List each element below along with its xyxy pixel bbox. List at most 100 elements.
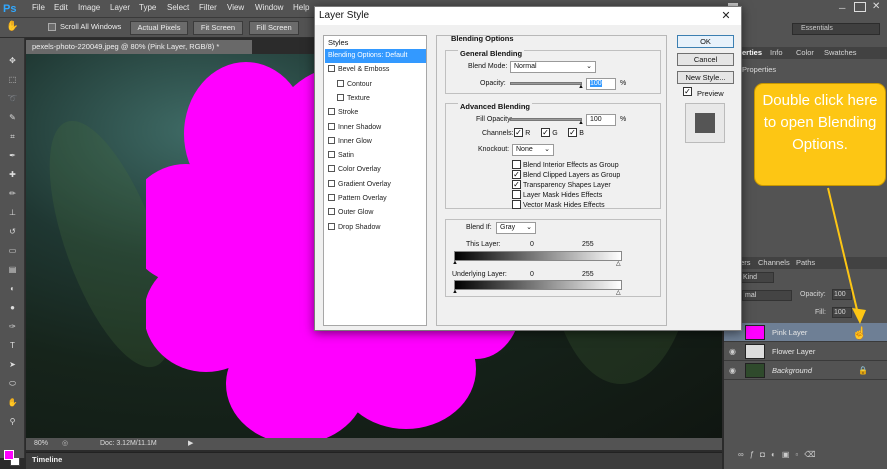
style-item[interactable]: Blending Options: Default [325,49,426,63]
close-icon[interactable]: ✕ [872,1,880,12]
style-checkbox[interactable] [328,165,335,173]
style-item[interactable]: Inner Glow [325,135,426,149]
tab-swatches[interactable]: Swatches [824,47,857,59]
advanced-option-checkbox[interactable]: Vector Mask Hides Effects [512,200,605,210]
zoom-tool-icon[interactable]: ⚲ [7,417,18,426]
gradient-tool-icon[interactable]: ▤ [7,265,18,274]
hand-tool-icon[interactable]: ✋ [7,398,18,407]
checkbox-box[interactable]: ✓ [512,170,521,180]
checkbox-box[interactable] [512,190,521,200]
eraser-tool-icon[interactable]: ▭ [7,246,18,255]
styles-header[interactable]: Styles [328,38,348,47]
menu-help[interactable]: Help [293,3,309,12]
preview-checkbox[interactable]: ✓ [683,87,692,97]
slider-handle-icon[interactable]: △ [616,260,621,267]
pen-tool-icon[interactable]: ✑ [7,322,18,331]
minimize-icon[interactable]: ─ [839,3,845,13]
advanced-option-checkbox[interactable]: ✓ Blend Clipped Layers as Group [512,170,620,180]
zoom-level[interactable]: 80% [34,438,48,450]
channel-r-checkbox[interactable]: ✓ R [514,128,530,138]
crop-tool-icon[interactable]: ⌗ [7,132,18,141]
visibility-eye-icon[interactable]: ◉ [729,342,736,361]
type-tool-icon[interactable]: T [7,341,18,350]
tab-channels[interactable]: Channels [758,257,790,269]
checkbox-box[interactable]: ✓ [512,180,521,190]
lasso-tool-icon[interactable]: ➰ [7,94,18,103]
style-item[interactable]: Stroke [325,106,426,120]
new-style-button[interactable]: New Style... [677,71,734,84]
checkbox-box[interactable] [512,160,521,170]
layers-footer-icons[interactable]: ∞ƒ◘◐▣▫⌫ [738,450,878,464]
path-select-tool-icon[interactable]: ➤ [7,360,18,369]
move-tool-icon[interactable]: ✥ [7,56,18,65]
knockout-select[interactable]: None ⌄ [512,144,554,156]
foreground-color-swatch[interactable] [4,450,14,460]
style-checkbox[interactable] [328,208,335,216]
menu-window[interactable]: Window [255,3,283,12]
menu-select[interactable]: Select [167,3,189,12]
stamp-tool-icon[interactable]: ⊥ [7,208,18,217]
tab-properties[interactable]: erties [742,47,762,59]
opacity-slider[interactable] [510,82,582,85]
fill-opacity-slider-handle-icon[interactable]: ▲ [578,120,584,126]
actual-pixels-button[interactable]: Actual Pixels [130,21,188,35]
opacity-slider-handle-icon[interactable]: ▲ [578,84,584,90]
workspace-switcher[interactable]: Essentials [792,23,880,35]
brush-tool-icon[interactable]: ✏ [7,189,18,198]
shape-tool-icon[interactable]: ⬭ [7,379,18,388]
blur-tool-icon[interactable]: ◐ [7,284,18,293]
style-item[interactable]: Satin [325,149,426,163]
fill-opacity-input[interactable]: 100 [586,114,616,126]
menu-file[interactable]: File [32,3,45,12]
menu-type[interactable]: Type [139,3,156,12]
blend-if-select[interactable]: Gray ⌄ [496,222,536,234]
advanced-option-checkbox[interactable]: Layer Mask Hides Effects [512,190,602,200]
document-tab[interactable]: pexels-photo-220049.jpeg @ 80% (Pink Lay… [26,40,252,54]
cancel-button[interactable]: Cancel [677,53,734,66]
style-item[interactable]: Texture [325,92,426,106]
style-checkbox[interactable] [328,136,335,144]
opacity-input[interactable]: 100 [586,78,616,90]
style-checkbox[interactable] [328,108,335,116]
dodge-tool-icon[interactable]: ● [7,303,18,312]
layer-filter-kind[interactable]: Kind [740,272,774,283]
hand-tool-icon[interactable]: ✋ [6,21,18,32]
marquee-tool-icon[interactable]: ⬚ [7,75,18,84]
eyedropper-tool-icon[interactable]: ✒ [7,151,18,160]
channel-b-checkbox[interactable]: ✓ B [568,128,584,138]
fit-screen-button[interactable]: Fit Screen [193,21,243,35]
menu-layer[interactable]: Layer [110,3,130,12]
style-item[interactable]: Outer Glow [325,206,426,220]
channel-g-checkbox[interactable]: ✓ G [541,128,558,138]
scroll-all-windows-checkbox[interactable] [48,23,56,31]
visibility-eye-icon[interactable]: ◉ [729,361,736,380]
style-checkbox[interactable] [328,179,335,187]
ok-button[interactable]: OK [677,35,734,48]
style-item[interactable]: Inner Shadow [325,121,426,135]
style-checkbox[interactable] [328,151,335,159]
slider-handle-icon[interactable]: ▲ [452,289,458,295]
layer-row-background[interactable]: ◉ Background 🔒 [724,361,887,380]
style-checkbox[interactable] [337,79,344,87]
tab-info[interactable]: Info [770,47,783,59]
style-item[interactable]: Color Overlay [325,163,426,177]
style-item[interactable]: Contour [325,78,426,92]
tab-color[interactable]: Color [796,47,814,59]
status-menu-arrow-icon[interactable]: ▶ [188,438,193,450]
blend-mode-select[interactable]: Normal ⌄ [510,61,596,73]
advanced-option-checkbox[interactable]: Blend Interior Effects as Group [512,160,619,170]
status-info-icon[interactable]: ◎ [62,438,68,450]
style-checkbox[interactable] [328,222,335,230]
checkbox-box[interactable] [512,200,521,210]
restore-icon[interactable] [854,2,866,12]
layer-row-flower[interactable]: ◉ Flower Layer [724,342,887,361]
style-item[interactable]: Drop Shadow [325,221,426,235]
menu-filter[interactable]: Filter [199,3,217,12]
slider-handle-icon[interactable]: △ [616,289,621,296]
style-item[interactable]: Pattern Overlay [325,192,426,206]
style-checkbox[interactable] [337,93,344,101]
healing-tool-icon[interactable]: ✚ [7,170,18,179]
style-checkbox[interactable] [328,122,335,130]
menu-edit[interactable]: Edit [54,3,68,12]
tab-paths[interactable]: Paths [796,257,815,269]
